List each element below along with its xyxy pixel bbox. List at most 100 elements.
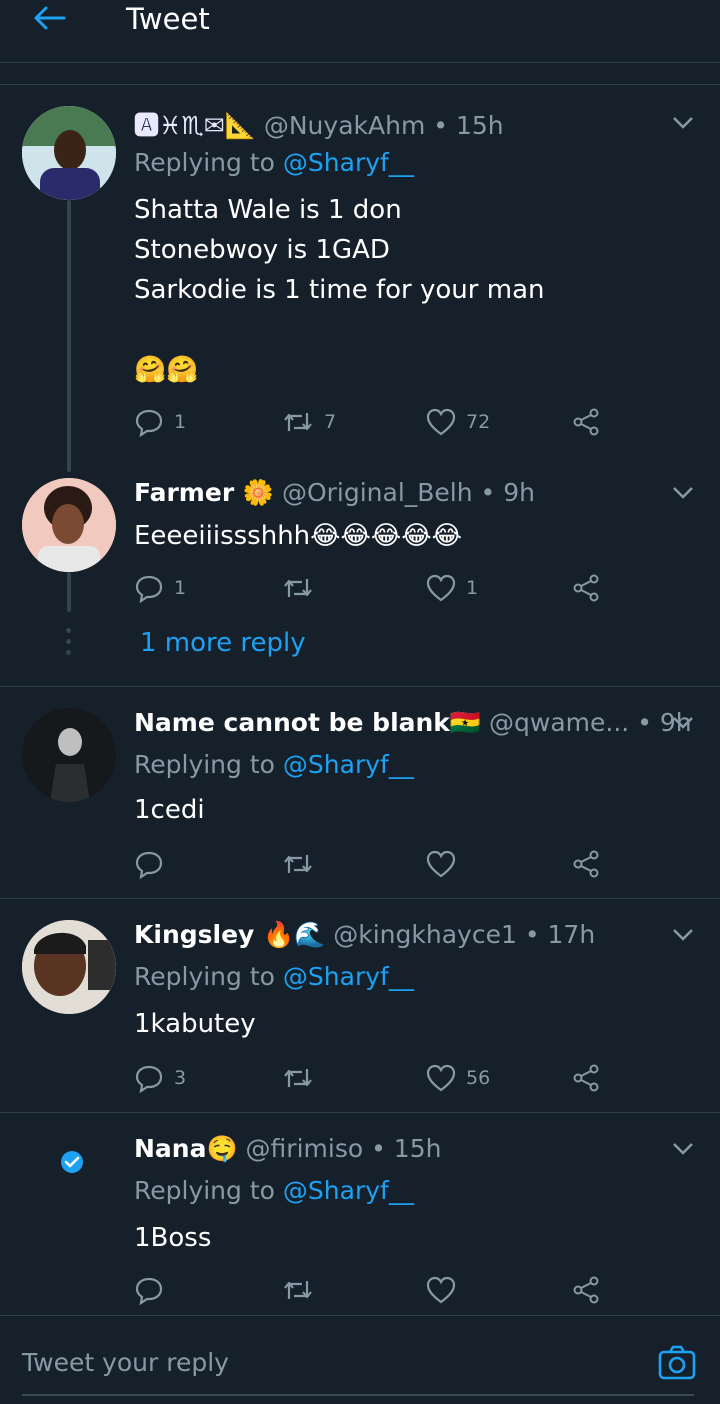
- separator: •: [637, 708, 652, 737]
- tweet-text: 1Boss: [134, 1223, 212, 1253]
- reply-count: 3: [174, 1067, 187, 1089]
- reply-bubble-icon: [135, 1277, 163, 1305]
- mention-link[interactable]: @Sharyf__: [283, 148, 414, 177]
- top-bar: Tweet: [0, 0, 720, 63]
- replying-to: Replying to @Sharyf__: [134, 1176, 414, 1205]
- display-name: Name cannot be blank🇬🇭: [134, 708, 482, 737]
- reply-bubble-icon: [135, 851, 163, 879]
- input-underline: [22, 1394, 694, 1396]
- reply-bubble-icon: [135, 1065, 163, 1093]
- thread-dots: [66, 628, 72, 661]
- replying-to: Replying to @Sharyf__: [134, 750, 414, 779]
- chevron-down-icon[interactable]: [672, 1142, 694, 1156]
- display-name: Kingsley 🔥🌊: [134, 920, 326, 949]
- arrow-left-icon: [34, 6, 66, 30]
- avatar[interactable]: [22, 708, 116, 802]
- retweet-icon: [284, 579, 312, 597]
- reply-button[interactable]: 1: [134, 572, 186, 604]
- avatar-image: [22, 708, 116, 802]
- like-count: 56: [466, 1067, 491, 1089]
- timestamp: 15h: [393, 1134, 442, 1163]
- tweet-text: 1cedi: [134, 795, 205, 825]
- share-button[interactable]: [572, 1062, 600, 1094]
- retweet-button[interactable]: [282, 1274, 324, 1306]
- replying-to-label: Replying to: [134, 1176, 275, 1205]
- like-button[interactable]: 1: [426, 572, 478, 604]
- divider: [0, 686, 720, 687]
- user-handle[interactable]: @qwame...: [489, 708, 629, 737]
- retweet-button[interactable]: [282, 848, 324, 880]
- heart-icon: [426, 408, 456, 436]
- chevron-down-icon[interactable]: [672, 716, 694, 730]
- user-handle[interactable]: @NuyakAhm: [264, 111, 425, 140]
- reply-button[interactable]: 1: [134, 406, 186, 438]
- reply-input[interactable]: Tweet your reply: [22, 1348, 229, 1377]
- heart-icon: [426, 850, 456, 878]
- tweet-text: Eeeeiiissshhh😂😂😂😂😂: [134, 521, 463, 551]
- share-button[interactable]: [572, 572, 600, 604]
- camera-icon[interactable]: [658, 1344, 696, 1380]
- reply-button[interactable]: [134, 1274, 174, 1306]
- mention-link[interactable]: @Sharyf__: [283, 750, 414, 779]
- share-button[interactable]: [572, 1274, 600, 1306]
- like-button[interactable]: 56: [426, 1062, 490, 1094]
- like-count: 72: [466, 411, 491, 433]
- mention-link[interactable]: @Sharyf__: [283, 1176, 414, 1205]
- heart-icon: [426, 1276, 456, 1304]
- like-button[interactable]: [426, 848, 466, 880]
- avatar[interactable]: [22, 478, 116, 572]
- user-handle[interactable]: @firimiso: [246, 1134, 364, 1163]
- tweet-actions: 1 7 72: [134, 406, 614, 438]
- share-icon: [573, 408, 599, 436]
- tweet-actions: 3 56: [134, 1062, 614, 1094]
- heart-icon: [426, 574, 456, 602]
- share-button[interactable]: [572, 848, 600, 880]
- tweet-actions: 1 1: [134, 572, 614, 604]
- like-button[interactable]: [426, 1274, 466, 1306]
- avatar-image: [22, 920, 116, 1014]
- page-title: Tweet: [126, 2, 210, 36]
- reply-bubble-icon: [135, 409, 163, 437]
- tweet-text: Shatta Wale is 1 don Stonebwoy is 1GAD S…: [134, 195, 545, 385]
- avatar[interactable]: [22, 920, 116, 1014]
- retweet-button[interactable]: [282, 1062, 324, 1094]
- retweet-button[interactable]: 7: [282, 406, 336, 438]
- heart-icon: [426, 1064, 456, 1092]
- share-button[interactable]: [572, 406, 600, 438]
- back-button[interactable]: [32, 4, 68, 32]
- more-replies-link[interactable]: 1 more reply: [140, 628, 306, 658]
- display-name: Nana🤤: [134, 1134, 238, 1163]
- tweet-text: 1kabutey: [134, 1009, 256, 1039]
- replying-to-label: Replying to: [134, 148, 275, 177]
- retweet-button[interactable]: [282, 572, 324, 604]
- like-count: 1: [466, 577, 479, 599]
- retweet-icon: [284, 1069, 312, 1087]
- separator: •: [524, 920, 540, 949]
- avatar-image: [22, 478, 116, 572]
- replying-to: Replying to @Sharyf__: [134, 962, 414, 991]
- thread-line: [67, 200, 71, 472]
- separator: •: [433, 111, 449, 140]
- reply-bubble-icon: [135, 575, 163, 603]
- chevron-down-icon[interactable]: [672, 486, 694, 500]
- user-handle[interactable]: @Original_Belh: [282, 478, 473, 507]
- share-icon: [573, 1064, 599, 1092]
- reply-count: 1: [174, 577, 187, 599]
- divider: [0, 898, 720, 899]
- replying-to-label: Replying to: [134, 962, 275, 991]
- chevron-down-icon[interactable]: [672, 116, 694, 130]
- mention-link[interactable]: @Sharyf__: [283, 962, 414, 991]
- timestamp: 17h: [547, 920, 596, 949]
- share-icon: [573, 850, 599, 878]
- reply-composer: Tweet your reply: [0, 1315, 720, 1404]
- like-button[interactable]: 72: [426, 406, 490, 438]
- avatar-image: [22, 106, 116, 200]
- avatar[interactable]: [22, 106, 116, 200]
- user-handle[interactable]: @kingkhayce1: [333, 920, 517, 949]
- verified-icon: [61, 1151, 83, 1173]
- retweet-icon: [284, 413, 312, 431]
- reply-button[interactable]: [134, 848, 174, 880]
- separator: •: [480, 478, 496, 507]
- chevron-down-icon[interactable]: [672, 928, 694, 942]
- reply-button[interactable]: 3: [134, 1062, 186, 1094]
